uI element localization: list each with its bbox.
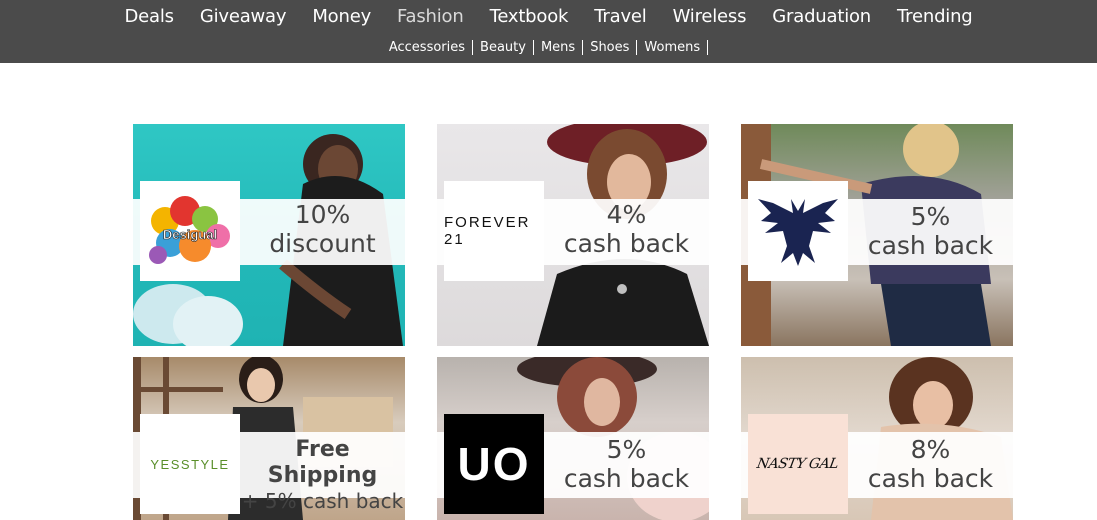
yesstyle-logo-text: YESSTYLE — [150, 456, 230, 472]
nasty-gal-logo-text: NASTY GAL — [756, 456, 840, 472]
subnav-shoes[interactable]: Shoes — [583, 40, 638, 55]
offer-tile-yesstyle[interactable]: YESSTYLE Free Shipping + 5% cash back — [133, 357, 405, 520]
nav-giveaway[interactable]: Giveaway — [187, 6, 300, 27]
offer-line1: 5% — [606, 435, 647, 464]
nav-graduation[interactable]: Graduation — [759, 6, 884, 27]
offer-line1: 10% — [294, 200, 351, 229]
offer-line2: + 5% cash back — [241, 489, 404, 513]
desigual-logo-text: Desigual — [163, 227, 217, 242]
top-navigation-bar: Deals Giveaway Money Fashion Textbook Tr… — [0, 0, 1097, 63]
american-eagle-logo-icon — [748, 181, 848, 281]
nav-travel[interactable]: Travel — [581, 6, 659, 27]
nav-fashion[interactable]: Fashion — [384, 6, 477, 27]
uo-logo-text: UO — [457, 438, 531, 490]
offer-tile-american-eagle[interactable]: 5% cash back — [741, 124, 1013, 346]
offer-line2: discount — [269, 229, 376, 258]
nav-textbook[interactable]: Textbook — [477, 6, 582, 27]
desigual-logo: Desigual — [140, 181, 240, 281]
offer-tile-nasty-gal[interactable]: NASTY GAL 8% cash back — [741, 357, 1013, 520]
subnav-beauty[interactable]: Beauty — [473, 40, 534, 55]
offer-tile-urban-outfitters[interactable]: UO 5% cash back — [437, 357, 709, 520]
sub-nav: Accessories Beauty Mens Shoes Womens — [0, 40, 1097, 55]
offer-text: 5% cash back — [848, 202, 1013, 260]
main-nav: Deals Giveaway Money Fashion Textbook Tr… — [0, 6, 1097, 27]
offer-line1: 4% — [606, 200, 647, 229]
subnav-mens[interactable]: Mens — [534, 40, 584, 55]
nav-trending[interactable]: Trending — [884, 6, 986, 27]
yesstyle-logo: YESSTYLE — [140, 414, 240, 514]
nasty-gal-logo: NASTY GAL — [748, 414, 848, 514]
offer-tile-forever21[interactable]: FOREVER 21 4% cash back — [437, 124, 709, 346]
offer-line2: cash back — [867, 231, 994, 260]
offer-tile-desigual[interactable]: Desigual 10% discount — [133, 124, 405, 346]
subnav-womens[interactable]: Womens — [637, 40, 709, 55]
offer-line1: 5% — [910, 202, 951, 231]
nav-deals[interactable]: Deals — [111, 6, 186, 27]
offer-text: 10% discount — [240, 200, 405, 258]
offer-text: Free Shipping + 5% cash back — [240, 437, 405, 513]
offer-line1: 8% — [910, 435, 951, 464]
offer-line1: Free Shipping — [267, 437, 378, 488]
offer-text: 4% cash back — [544, 200, 709, 258]
offer-text: 8% cash back — [848, 435, 1013, 493]
nav-wireless[interactable]: Wireless — [660, 6, 760, 27]
offer-line2: cash back — [563, 229, 690, 258]
offer-line2: cash back — [563, 464, 690, 493]
forever21-logo-text: FOREVER 21 — [444, 214, 531, 248]
subnav-accessories[interactable]: Accessories — [389, 40, 474, 55]
nav-money[interactable]: Money — [299, 6, 384, 27]
offer-text: 5% cash back — [544, 435, 709, 493]
forever21-logo: FOREVER 21 — [444, 181, 544, 281]
uo-logo: UO — [444, 414, 544, 514]
offer-line2: cash back — [867, 464, 994, 493]
